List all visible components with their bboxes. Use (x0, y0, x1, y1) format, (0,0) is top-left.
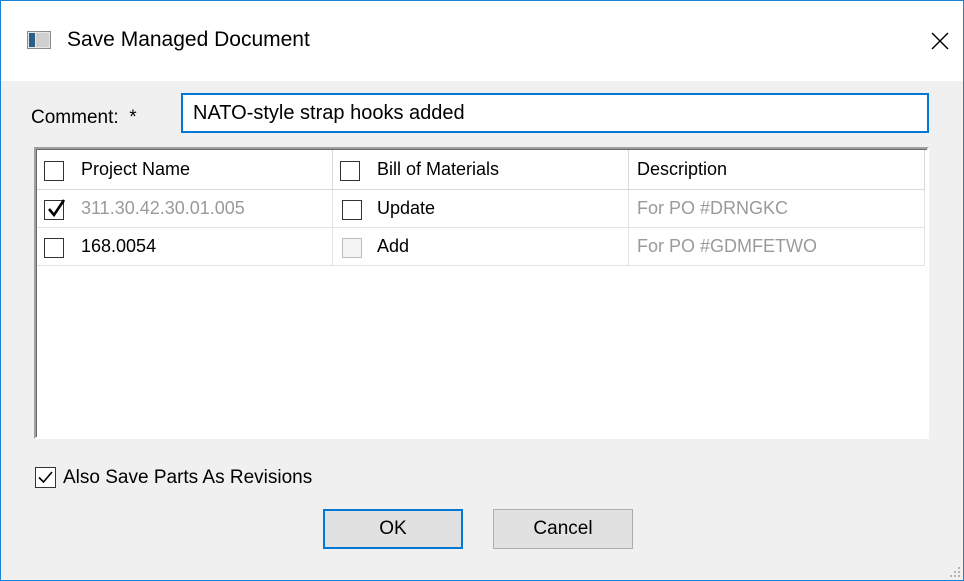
title-bar[interactable]: Save Managed Document (1, 1, 963, 81)
dialog-title: Save Managed Document (67, 28, 310, 51)
bom-cell[interactable]: Update (333, 190, 629, 228)
project-name-cell[interactable]: 168.0054 (37, 228, 333, 266)
comment-label: Comment: * (31, 107, 137, 129)
project-checkbox[interactable] (44, 238, 64, 258)
project-name: 168.0054 (81, 236, 157, 256)
column-header-label: Bill of Materials (377, 159, 500, 179)
header-checkbox[interactable] (44, 161, 64, 181)
column-header-description[interactable]: Description (629, 150, 925, 190)
close-icon (931, 32, 949, 50)
close-button[interactable] (922, 23, 958, 59)
bom-cell[interactable]: Add (333, 228, 629, 266)
description-text: For PO #DRNGKC (637, 198, 789, 218)
grid-body: Project Name Bill of Materials Description… (36, 149, 927, 437)
bom-action: Update (377, 198, 436, 218)
resize-grip-icon[interactable] (947, 564, 961, 578)
required-marker: * (129, 107, 137, 128)
description-text: For PO #GDMFETWO (637, 236, 817, 256)
bom-action: Add (377, 236, 410, 256)
column-header-label: Project Name (81, 159, 191, 179)
comment-label-text: Comment: (31, 107, 119, 128)
check-icon (48, 199, 66, 218)
description-cell[interactable]: For PO #DRNGKC (629, 190, 925, 228)
project-name-cell[interactable]: 311.30.42.30.01.005 (37, 190, 333, 228)
project-checkbox[interactable] (44, 199, 66, 220)
column-header-bill-of-materials[interactable]: Bill of Materials (333, 150, 629, 190)
project-name: 311.30.42.30.01.005 (81, 198, 245, 218)
comment-input[interactable] (181, 93, 929, 133)
bom-checkbox (342, 238, 362, 258)
projects-grid: Project Name Bill of Materials Description… (34, 147, 929, 439)
table-row: 168.0054 Add For PO #GDMFETWO (37, 228, 925, 266)
bom-checkbox[interactable] (342, 200, 362, 220)
column-header-project-name[interactable]: Project Name (37, 150, 333, 190)
check-icon (38, 471, 53, 484)
app-window-icon (27, 31, 51, 49)
description-cell[interactable]: For PO #GDMFETWO (629, 228, 925, 266)
also-save-label[interactable]: Also Save Parts As Revisions (63, 467, 312, 489)
table-row: 311.30.42.30.01.005 Update For PO #DRNGKC (37, 190, 925, 228)
ok-button[interactable]: OK (323, 509, 463, 549)
also-save-checkbox[interactable] (35, 467, 56, 488)
header-checkbox[interactable] (340, 161, 360, 181)
column-header-label: Description (637, 159, 728, 179)
cancel-button[interactable]: Cancel (493, 509, 633, 549)
save-managed-document-dialog: Save Managed Document Comment: * Project… (0, 0, 964, 581)
